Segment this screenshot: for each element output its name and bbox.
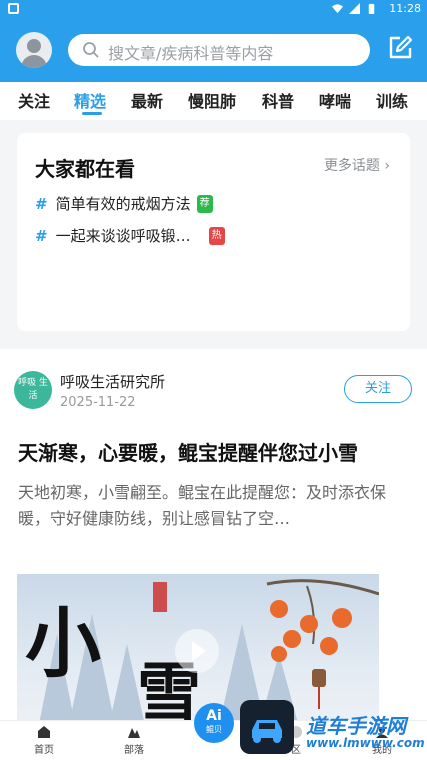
image-char-1: 小 [25,599,101,688]
category-tabs: 关注 精选 最新 慢阻肺 科普 哮喘 训练 [0,82,427,120]
signal-icon [349,3,360,14]
hashtag-icon: # [35,194,48,213]
topic-text: 简单有效的戒烟方法 [55,195,191,213]
trending-title: 大家都在看 [35,157,135,181]
ai-assistant-button[interactable]: Ai 鲲贝 [194,703,234,743]
tab-training[interactable]: 训练 [376,88,408,112]
status-bar: 11:28 [0,0,427,18]
ai-fab-label: Ai [206,708,222,724]
follow-button[interactable]: 关注 [344,375,412,403]
post-title[interactable]: 天渐寒，心要暖，鲲宝提醒伴您过小雪 [18,437,413,466]
topic-text: 一起来谈谈呼吸锻… [55,227,191,245]
search-icon [83,42,99,58]
more-topics-link[interactable]: 更多话题 › [324,155,390,175]
ai-fab-sublabel: 鲲贝 [206,725,222,734]
nav-home[interactable]: 首页 [24,725,64,756]
search-placeholder: 搜文章/疾病科普等内容 [108,44,274,63]
hashtag-icon: # [35,226,48,245]
nav-tribe-label: 部落 [124,745,144,756]
nav-tribe[interactable]: 部落 [114,725,154,756]
watermark-url: www.lmwww.com [306,736,425,750]
nav-home-label: 首页 [34,745,54,756]
post-summary: 天地初寒，小雪翩至。鲲宝在此提醒您：及时添衣保暖，守好健康防线，别让感冒钻了空… [18,483,387,528]
trending-topic[interactable]: # 一起来谈谈呼吸锻… 热 [35,225,225,246]
author-name[interactable]: 呼吸生活研究所 [60,371,165,392]
author-avatar[interactable]: 呼吸 生活 [14,371,52,409]
watermark-logo [240,700,294,754]
tab-follow[interactable]: 关注 [18,88,50,112]
author-logo-text: 呼吸 生活 [18,378,48,401]
hot-badge: 热 [208,226,225,245]
recommended-badge: 荐 [196,194,213,213]
tab-asthma[interactable]: 哮喘 [319,88,351,112]
trending-topic[interactable]: # 简单有效的戒烟方法 荐 [35,193,213,214]
wifi-icon [332,4,343,14]
compose-icon[interactable] [386,34,414,62]
feed-post[interactable]: 呼吸 生活 呼吸生活研究所 2025-11-22 关注 天渐寒，心要暖，鲲宝提醒… [0,349,427,760]
trending-card: 大家都在看 更多话题 › # 简单有效的戒烟方法 荐 # 一起来谈谈呼吸锻… 热 [17,133,410,331]
home-icon [38,726,50,738]
search-input[interactable]: 搜文章/疾病科普等内容 [68,34,370,66]
active-tab-indicator [82,112,102,115]
app-header: 搜文章/疾病科普等内容 [0,18,427,82]
tab-science[interactable]: 科普 [262,88,294,112]
tribe-icon [128,728,140,738]
user-avatar[interactable] [16,32,52,68]
battery-icon [368,3,375,14]
car-icon [252,720,282,743]
tab-copd[interactable]: 慢阻肺 [188,88,236,112]
post-date: 2025-11-22 [60,395,136,410]
tab-latest[interactable]: 最新 [131,88,163,112]
play-icon[interactable] [175,629,219,673]
status-time: 11:28 [389,2,421,15]
watermark-text: 道车手游网 [306,714,406,738]
tab-featured[interactable]: 精选 [74,88,106,112]
notification-icon [8,3,19,14]
